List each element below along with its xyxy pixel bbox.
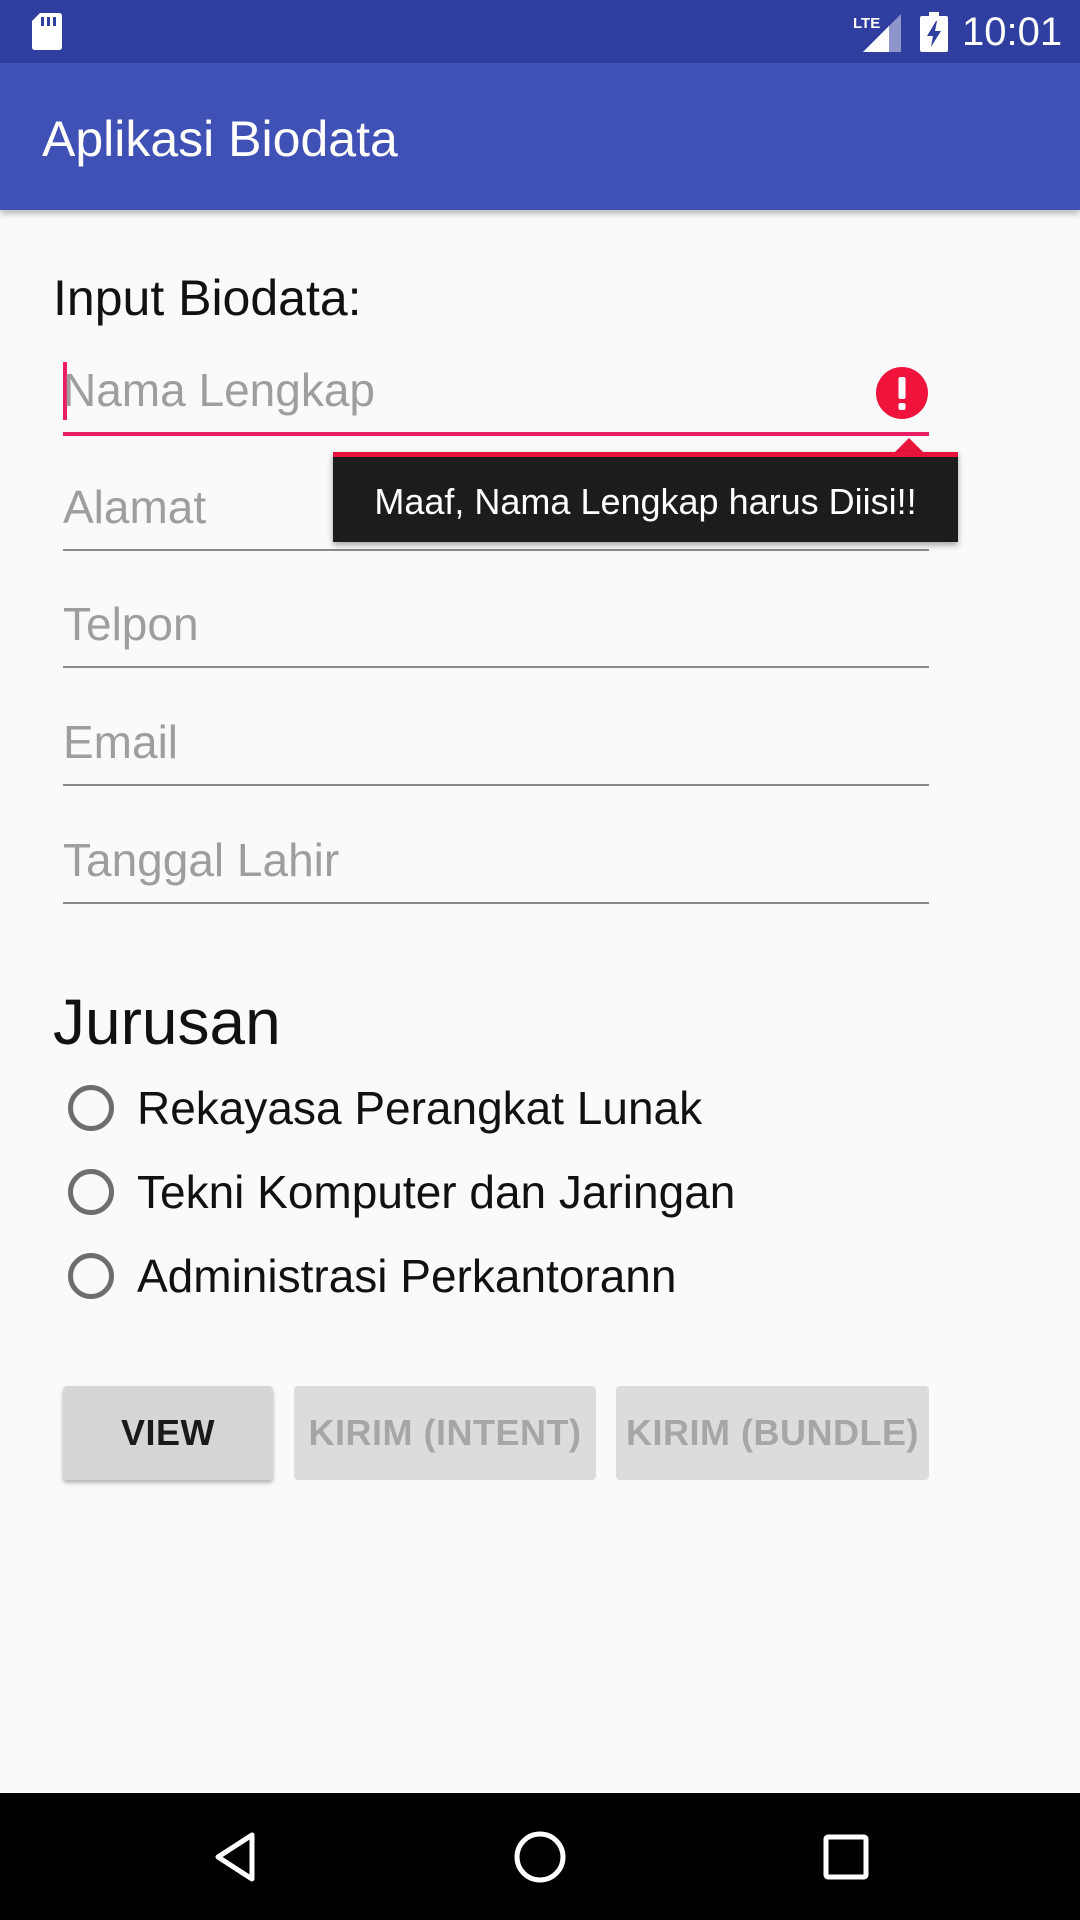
error-icon [876,367,928,419]
lte-signal-icon: LTE [853,14,901,52]
app-title: Aplikasi Biodata [42,111,398,167]
radio-button[interactable] [68,1253,114,1299]
radio-label: Rekayasa Perangkat Lunak [137,1082,703,1134]
error-tooltip: Maaf, Nama Lengkap harus Diisi!! [333,452,958,542]
status-clock: 10:01 [962,10,1063,54]
kirim-bundle-button[interactable]: KIRIM (BUNDLE) [616,1386,929,1480]
nama-lengkap-field[interactable] [63,352,929,436]
radio-label: Administrasi Perkantorann [137,1250,677,1302]
telpon-input[interactable] [63,586,863,662]
navigation-bar [0,1793,1080,1920]
telpon-field[interactable] [63,586,929,668]
radio-label: Tekni Komputer dan Jaringan [137,1166,736,1218]
sd-card-icon [32,13,62,50]
tanggal-lahir-input[interactable] [63,822,863,898]
status-bar: LTE 10:01 [0,0,1080,63]
input-biodata-heading: Input Biodata: [53,270,362,326]
view-button[interactable]: VIEW [63,1386,273,1480]
radio-button[interactable] [68,1085,114,1131]
radio-button[interactable] [68,1169,114,1215]
back-icon[interactable] [210,1829,266,1885]
error-tooltip-arrow [895,438,923,452]
jurusan-heading: Jurusan [53,986,281,1058]
radio-option-rpl[interactable]: Rekayasa Perangkat Lunak [63,1073,963,1143]
network-label: LTE [853,15,880,32]
home-icon[interactable] [510,1827,570,1887]
app-bar: Aplikasi Biodata [0,63,1080,210]
recents-icon[interactable] [818,1829,874,1885]
radio-option-tkj[interactable]: Tekni Komputer dan Jaringan [63,1157,963,1227]
radio-option-ap[interactable]: Administrasi Perkantorann [63,1241,963,1311]
nama-lengkap-input[interactable] [63,352,863,428]
email-field[interactable] [63,704,929,786]
tanggal-lahir-field[interactable] [63,822,929,904]
kirim-intent-button[interactable]: KIRIM (INTENT) [294,1386,596,1480]
email-input[interactable] [63,704,863,780]
battery-charging-icon [920,12,948,52]
